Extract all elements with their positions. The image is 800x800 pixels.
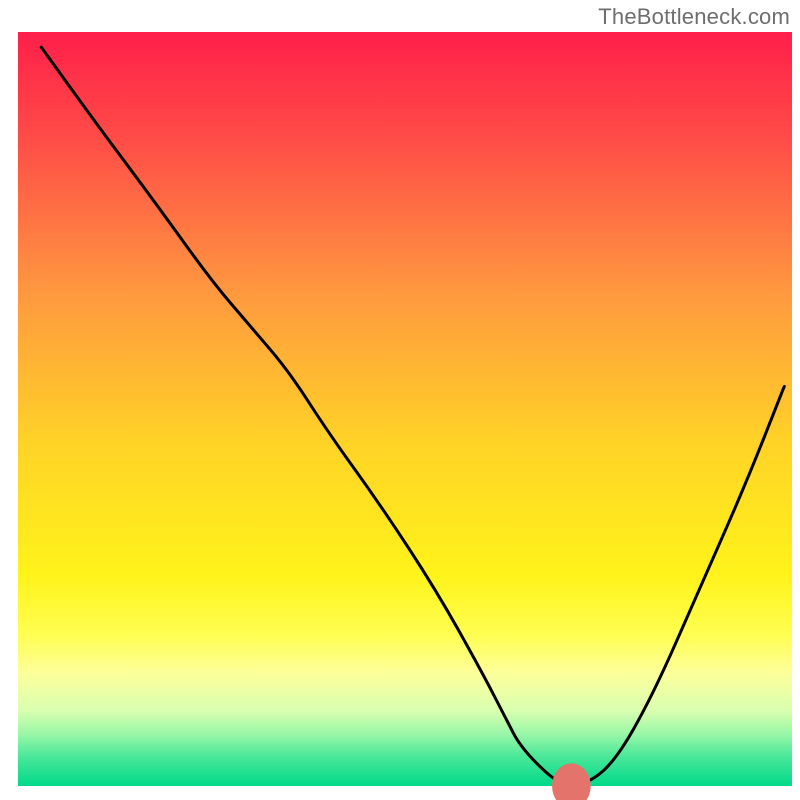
plot-background: [18, 32, 792, 786]
watermark-text: TheBottleneck.com: [598, 4, 790, 30]
chart-svg: [0, 0, 800, 800]
bottleneck-chart: TheBottleneck.com: [0, 0, 800, 800]
